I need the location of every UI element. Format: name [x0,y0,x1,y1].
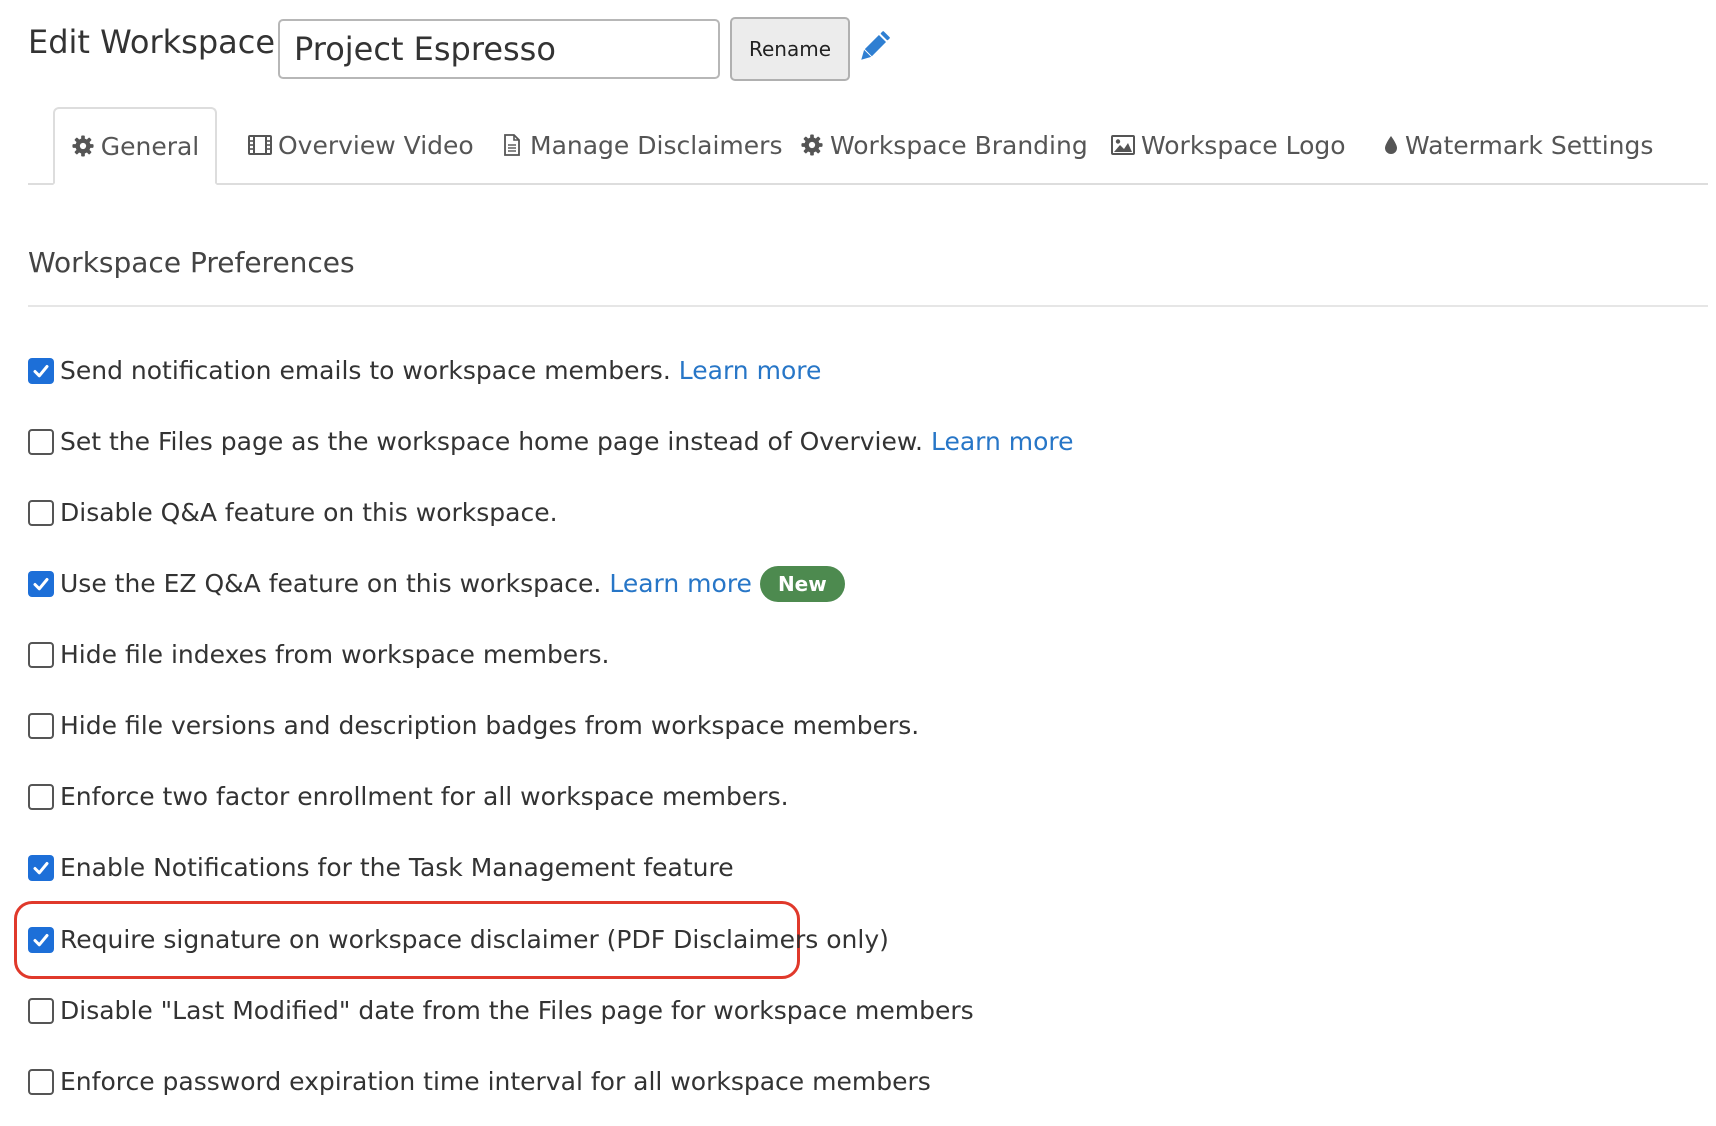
pref-label: Hide file indexes from workspace members… [60,640,610,669]
checkbox[interactable] [28,1069,54,1095]
tab-workspace-branding[interactable]: Workspace Branding [800,107,1088,183]
pref-label: Hide file versions and description badge… [60,711,920,740]
learn-more-link[interactable]: Learn more [931,422,1074,462]
pref-label: Send notification emails to workspace me… [60,356,671,385]
checkbox[interactable] [28,429,54,455]
pref-hide-file-versions: Hide file versions and description badge… [28,706,919,746]
workspace-name-input[interactable] [278,19,720,79]
tabs-bar: General Overview Video Manage Disclaimer… [28,107,1708,185]
section-title: Workspace Preferences [28,246,355,279]
page-header: Edit Workspace - Rename [0,0,1716,90]
pref-label: Require signature on workspace disclaime… [60,925,889,954]
tab-label: Workspace Logo [1141,130,1346,160]
tab-label: Overview Video [278,130,474,160]
droplet-icon [1383,133,1399,157]
tab-overview-video[interactable]: Overview Video [248,107,474,183]
pref-require-signature: Require signature on workspace disclaime… [28,920,889,960]
tab-general[interactable]: General [53,107,217,185]
gear-icon [800,133,824,157]
new-badge: New [759,566,845,602]
pref-label: Disable "Last Modified" date from the Fi… [60,996,974,1025]
gear-icon [71,134,95,158]
checkbox[interactable] [28,927,54,953]
pref-send-notification-emails: Send notification emails to workspace me… [28,351,821,391]
tab-label: General [100,131,200,161]
checkbox[interactable] [28,358,54,384]
learn-more-link[interactable]: Learn more [609,564,752,604]
pref-label: Enable Notifications for the Task Manage… [60,853,734,882]
pref-ez-qa: Use the EZ Q&A feature on this workspace… [28,564,845,604]
page-title: Edit Workspace - [28,23,297,61]
pref-label: Enforce two factor enrollment for all wo… [60,782,789,811]
pref-label: Enforce password expiration time interva… [60,1067,931,1096]
tab-label: Watermark Settings [1405,130,1654,160]
pref-label: Use the EZ Q&A feature on this workspace… [60,569,602,598]
film-icon [248,133,272,157]
pref-hide-file-indexes: Hide file indexes from workspace members… [28,635,609,675]
pref-label: Set the Files page as the workspace home… [60,427,923,456]
image-icon [1111,133,1135,157]
checkbox[interactable] [28,998,54,1024]
pref-label: Disable Q&A feature on this workspace. [60,498,558,527]
document-icon [500,133,524,157]
pencil-icon[interactable] [858,30,890,64]
checkbox[interactable] [28,855,54,881]
tab-manage-disclaimers[interactable]: Manage Disclaimers [500,107,782,183]
pref-disable-qa: Disable Q&A feature on this workspace. [28,493,558,533]
checkbox[interactable] [28,713,54,739]
rename-button[interactable]: Rename [730,17,850,81]
checkbox[interactable] [28,642,54,668]
tab-label: Workspace Branding [830,130,1088,160]
pref-enforce-two-factor: Enforce two factor enrollment for all wo… [28,777,789,817]
checkbox[interactable] [28,784,54,810]
pref-disable-last-modified: Disable "Last Modified" date from the Fi… [28,991,974,1031]
tab-workspace-logo[interactable]: Workspace Logo [1111,107,1346,183]
pref-task-notifications: Enable Notifications for the Task Manage… [28,848,734,888]
learn-more-link[interactable]: Learn more [679,351,822,391]
tab-watermark-settings[interactable]: Watermark Settings [1383,107,1653,183]
checkbox[interactable] [28,500,54,526]
tab-label: Manage Disclaimers [530,130,783,160]
pref-password-expiration: Enforce password expiration time interva… [28,1062,931,1102]
section-divider [28,305,1708,307]
checkbox[interactable] [28,571,54,597]
pref-files-home-page: Set the Files page as the workspace home… [28,422,1074,462]
